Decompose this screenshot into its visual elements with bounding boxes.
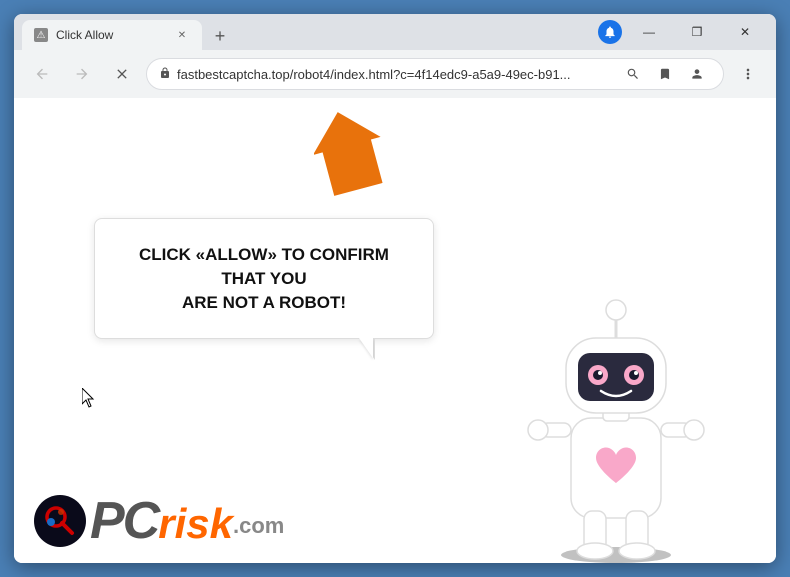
robot-illustration <box>516 263 716 563</box>
close-button[interactable]: ✕ <box>722 16 768 48</box>
pcrisk-logo: PC risk .com <box>34 495 284 547</box>
url-text: fastbestcaptcha.top/robot4/index.html?c=… <box>177 67 613 82</box>
logo-pc: PC <box>90 495 158 547</box>
minimize-button[interactable]: — <box>626 16 672 48</box>
maximize-button[interactable]: ❒ <box>674 16 720 48</box>
speech-bubble: CLICK «ALLOW» TO CONFIRM THAT YOU ARE NO… <box>94 218 434 339</box>
navigation-bar: fastbestcaptcha.top/robot4/index.html?c=… <box>14 50 776 98</box>
tab-favicon: ⚠ <box>34 28 48 42</box>
mouse-cursor <box>82 388 98 414</box>
window-controls: — ❒ ✕ <box>626 16 768 48</box>
back-button[interactable] <box>26 58 58 90</box>
tab-close-button[interactable]: ✕ <box>174 27 190 43</box>
address-bar-icons <box>619 60 711 88</box>
reload-button[interactable] <box>106 58 138 90</box>
profile-icon-btn[interactable] <box>683 60 711 88</box>
active-tab[interactable]: ⚠ Click Allow ✕ <box>22 20 202 50</box>
logo-com: .com <box>233 513 284 539</box>
browser-window: ⚠ Click Allow ✕ + — ❒ ✕ <box>14 14 776 563</box>
title-bar: ⚠ Click Allow ✕ + — ❒ ✕ <box>14 14 776 50</box>
bookmark-icon-btn[interactable] <box>651 60 679 88</box>
logo-icon <box>34 495 86 547</box>
new-tab-button[interactable]: + <box>206 22 234 50</box>
logo-risk: risk <box>158 503 233 545</box>
lock-icon <box>159 67 171 82</box>
notification-icon[interactable] <box>598 20 622 44</box>
arrow-indicator <box>314 108 404 203</box>
tab-title: Click Allow <box>56 28 166 42</box>
forward-button[interactable] <box>66 58 98 90</box>
bubble-text: CLICK «ALLOW» TO CONFIRM THAT YOU ARE NO… <box>123 243 405 314</box>
search-icon-btn[interactable] <box>619 60 647 88</box>
menu-button[interactable] <box>732 58 764 90</box>
address-bar[interactable]: fastbestcaptcha.top/robot4/index.html?c=… <box>146 58 724 90</box>
tab-area: ⚠ Click Allow ✕ + <box>22 14 590 50</box>
logo-text-group: PC risk .com <box>90 495 284 547</box>
page-content: CLICK «ALLOW» TO CONFIRM THAT YOU ARE NO… <box>14 98 776 563</box>
